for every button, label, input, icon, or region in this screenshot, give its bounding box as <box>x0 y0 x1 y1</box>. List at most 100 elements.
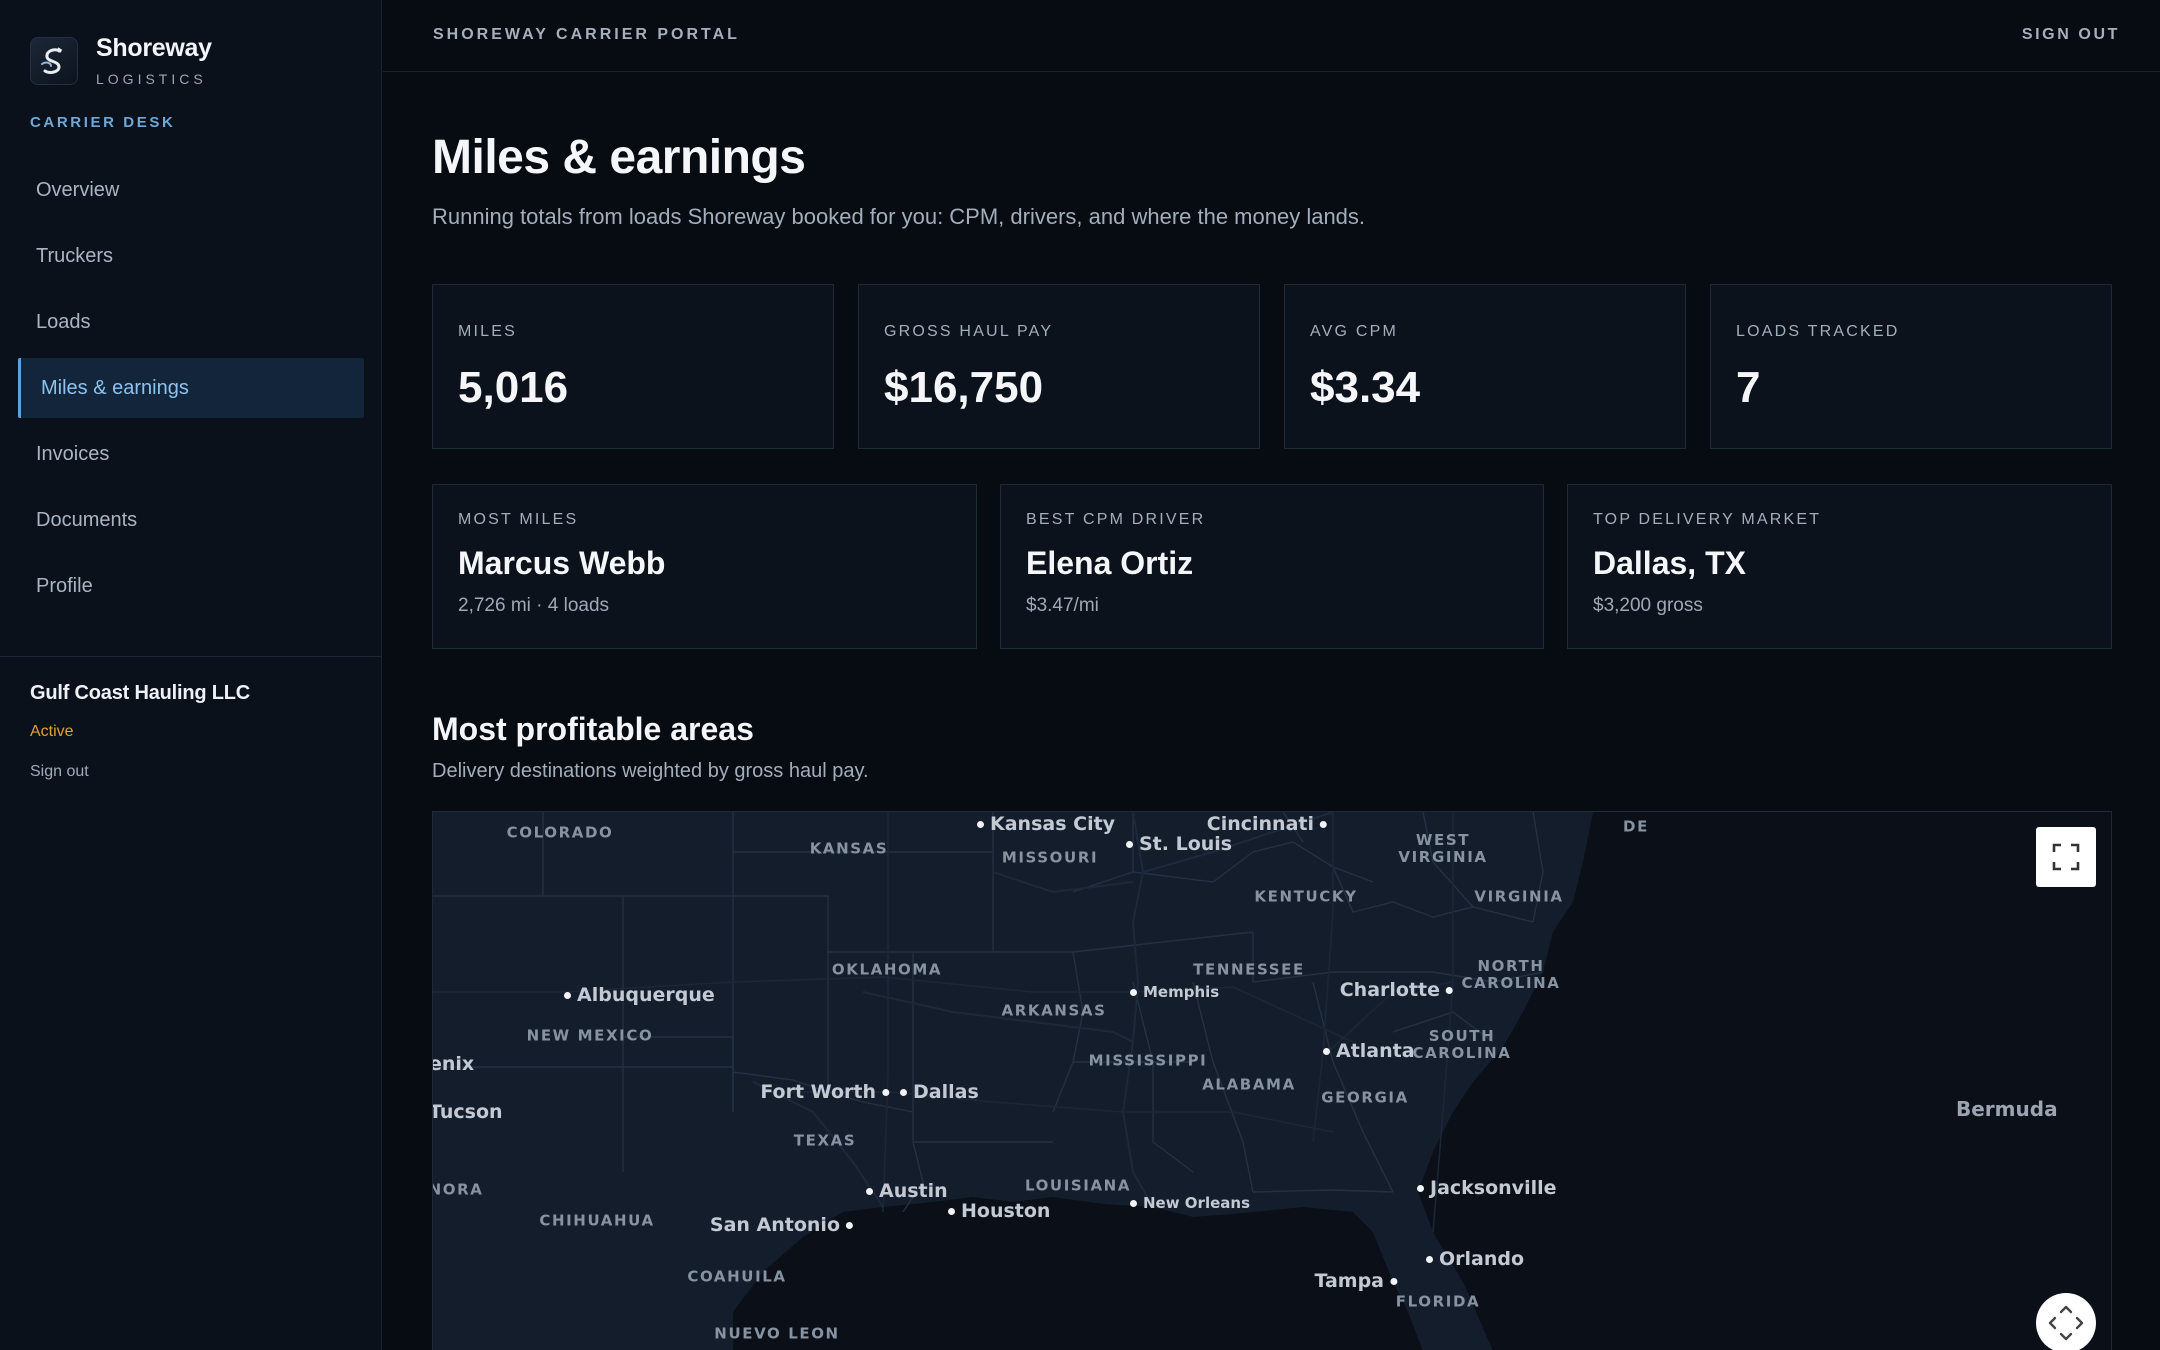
highlight-detail: 2,726 mi · 4 loads <box>458 595 610 616</box>
map-label-west-virginia: WEST VIRGINIA <box>1398 831 1488 866</box>
sign-out-button[interactable]: SIGN OUT <box>2022 26 2120 44</box>
city-marker <box>1130 1199 1137 1207</box>
highlight-label: BEST CPM DRIVER <box>1026 511 1206 528</box>
carrier-desk-label: CARRIER DESK <box>30 114 176 131</box>
account-name: Gulf Coast Hauling LLC <box>30 682 251 704</box>
stat-label: GROSS HAUL PAY <box>884 323 1054 340</box>
map-label-texas: TEXAS <box>793 1131 857 1150</box>
map-city-atlanta: Atlanta <box>1323 1040 1415 1062</box>
highlight-card-best-cpm-driver: BEST CPM DRIVER Elena Ortiz $3.47/mi <box>1000 484 1544 649</box>
highlight-value: Elena Ortiz <box>1026 545 1194 581</box>
highlight-detail: $3,200 gross <box>1593 595 1703 616</box>
map-label-chihuahua: CHIHUAHUA <box>539 1211 655 1230</box>
map-city-new-orleans: New Orleans <box>1130 1194 1250 1212</box>
section-subtitle: Delivery destinations weighted by gross … <box>432 760 869 782</box>
sidebar-item-documents[interactable]: Documents <box>18 490 364 550</box>
map-city-fort-worth: Fort Worth <box>760 1081 889 1103</box>
highlight-detail: $3.47/mi <box>1026 595 1099 616</box>
page-title: Miles & earnings <box>432 131 806 184</box>
stat-card-miles: MILES 5,016 <box>432 284 834 449</box>
map-city-albuquerque: Albuquerque <box>564 984 715 1006</box>
map-label-new-mexico: NEW MEXICO <box>526 1026 654 1045</box>
section-title: Most profitable areas <box>432 711 754 747</box>
city-marker <box>866 1187 873 1195</box>
map-city-austin: Austin <box>866 1180 948 1202</box>
city-marker <box>977 820 984 828</box>
map-city-phoenix: enix <box>432 1053 475 1075</box>
city-marker <box>1390 1277 1397 1285</box>
highlight-value: Marcus Webb <box>458 545 666 581</box>
sidebar-nav: Overview Truckers Loads Miles & earnings… <box>18 160 364 622</box>
stat-card-avg-cpm: AVG CPM $3.34 <box>1284 284 1686 449</box>
map-label-north-carolina: NORTH CAROLINA <box>1461 957 1561 992</box>
city-marker <box>1417 1184 1424 1192</box>
city-marker <box>1323 1047 1330 1055</box>
stat-value: 5,016 <box>458 363 569 412</box>
topbar: SHOREWAY CARRIER PORTAL SIGN OUT <box>383 0 2160 72</box>
move-arrows-icon <box>2048 1305 2084 1341</box>
city-marker <box>1130 988 1137 996</box>
stat-value: 7 <box>1736 363 1761 412</box>
map-city-charlotte: Charlotte <box>1340 979 1453 1001</box>
brand-name: Shoreway <box>96 34 212 62</box>
highlight-value: Dallas, TX <box>1593 545 1746 581</box>
sidebar-item-truckers[interactable]: Truckers <box>18 226 364 286</box>
highlight-card-top-delivery-market: TOP DELIVERY MARKET Dallas, TX $3,200 gr… <box>1567 484 2112 649</box>
map-label-coahuila: COAHUILA <box>687 1267 787 1286</box>
profit-map[interactable]: COLORADO KANSAS MISSOURI DE WEST VIRGINI… <box>432 811 2112 1350</box>
map-city-st-louis: St. Louis <box>1126 833 1232 855</box>
map-label-alabama: ALABAMA <box>1202 1075 1296 1094</box>
stat-value: $16,750 <box>884 363 1044 412</box>
map-label-kansas: KANSAS <box>809 839 889 858</box>
sidebar-sign-out-link[interactable]: Sign out <box>30 763 250 781</box>
stat-value: $3.34 <box>1310 363 1421 412</box>
city-marker <box>948 1207 955 1215</box>
account-status-badge: Active <box>30 723 74 740</box>
sidebar-item-loads[interactable]: Loads <box>18 292 364 352</box>
city-marker <box>564 991 571 999</box>
map-label-mississippi: MISSISSIPPI <box>1088 1051 1208 1070</box>
brand-subtitle: LOGISTICS <box>96 71 207 87</box>
brand[interactable]: Shoreway LOGISTICS <box>30 34 212 87</box>
map-fullscreen-button[interactable] <box>2036 827 2096 887</box>
page-subtitle: Running totals from loads Shoreway booke… <box>432 204 1366 229</box>
map-city-orlando: Orlando <box>1426 1248 1524 1270</box>
sidebar-divider <box>0 656 382 657</box>
sidebar-item-miles-earnings[interactable]: Miles & earnings <box>18 358 364 418</box>
highlight-label: TOP DELIVERY MARKET <box>1593 511 1822 528</box>
city-marker <box>900 1088 907 1096</box>
map-city-jacksonville: Jacksonville <box>1417 1177 1557 1199</box>
map-label-sonora: NORA <box>432 1180 484 1199</box>
fullscreen-icon <box>2052 843 2080 871</box>
map-label-missouri: MISSOURI <box>1001 848 1099 867</box>
city-marker <box>1446 986 1453 994</box>
map-label-florida: FLORIDA <box>1395 1292 1481 1311</box>
sidebar-item-invoices[interactable]: Invoices <box>18 424 364 484</box>
map-city-dallas: Dallas <box>900 1081 979 1103</box>
city-marker <box>846 1221 853 1229</box>
map-city-memphis: Memphis <box>1130 983 1219 1001</box>
city-marker <box>1320 820 1327 828</box>
map-label-georgia: GEORGIA <box>1321 1088 1409 1107</box>
city-marker <box>1426 1255 1433 1263</box>
map-label-oklahoma: OKLAHOMA <box>831 960 943 979</box>
map-city-san-antonio: San Antonio <box>710 1214 853 1236</box>
map-pan-button[interactable] <box>2036 1293 2096 1350</box>
highlight-card-most-miles: MOST MILES Marcus Webb 2,726 mi · 4 load… <box>432 484 977 649</box>
map-city-tampa: Tampa <box>1314 1270 1397 1292</box>
map-label-louisiana: LOUISIANA <box>1024 1176 1132 1195</box>
map-label-south-carolina: SOUTH CAROLINA <box>1412 1027 1512 1062</box>
sidebar: Shoreway LOGISTICS CARRIER DESK Overview… <box>0 0 382 1350</box>
stat-card-gross-haul-pay: GROSS HAUL PAY $16,750 <box>858 284 1260 449</box>
map-city-kansas-city: Kansas City <box>977 813 1115 835</box>
sidebar-item-profile[interactable]: Profile <box>18 556 364 616</box>
stat-label: LOADS TRACKED <box>1736 323 1900 340</box>
map-label-bermuda: Bermuda <box>1956 1097 2058 1121</box>
sidebar-item-overview[interactable]: Overview <box>18 160 364 220</box>
map-label-de: DE <box>1623 817 1649 836</box>
stat-label: MILES <box>458 323 518 340</box>
map-label-tennessee: TENNESSEE <box>1193 960 1305 979</box>
map-city-cincinnati: Cincinnati <box>1207 813 1327 835</box>
map-label-nuevo-leon: NUEVO LEON <box>714 1324 840 1343</box>
map-label-arkansas: ARKANSAS <box>1001 1001 1107 1020</box>
